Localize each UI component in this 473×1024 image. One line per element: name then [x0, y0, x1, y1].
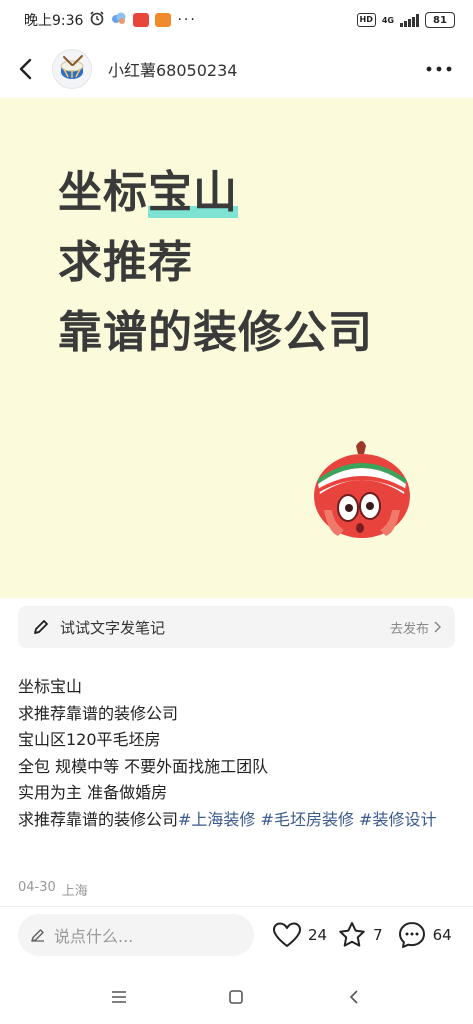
- hashtag-shanghai-decoration[interactable]: #上海装修: [178, 810, 255, 829]
- post-line: 求推荐靠谱的装修公司: [18, 809, 179, 829]
- chevron-left-icon: [350, 990, 358, 1004]
- status-right: HD 4G 81: [356, 12, 455, 28]
- go-publish-link[interactable]: 去发布: [390, 618, 441, 637]
- post-line: 实用为主 准备做婚房: [18, 783, 168, 802]
- pencil-icon: [31, 929, 44, 942]
- system-back-button[interactable]: [334, 977, 374, 1017]
- cloud-app-icon: [111, 11, 127, 29]
- post-content: 坐标宝山 求推荐靠谱的装修公司 宝山区120平毛坯房 全包 规模中等 不要外面找…: [18, 674, 458, 833]
- post-location: 上海: [61, 884, 88, 899]
- home-button[interactable]: [216, 977, 256, 1017]
- like-button[interactable]: 24: [272, 921, 327, 949]
- pencil-icon: [34, 620, 48, 634]
- signal-icon: [400, 13, 419, 27]
- post-line: 求推荐靠谱的装修公司: [18, 703, 179, 723]
- post-meta: 04-30 上海: [18, 880, 88, 899]
- cover-highlight-text: 宝山: [148, 167, 238, 218]
- cover-line-3: 靠谱的装修公司: [58, 307, 373, 358]
- back-button[interactable]: [2, 45, 50, 93]
- hashtag-decoration-design[interactable]: #装修设计: [359, 810, 436, 829]
- collect-button[interactable]: 7: [337, 920, 383, 950]
- star-icon: [339, 922, 365, 947]
- chat-bubble-icon: [398, 922, 425, 948]
- chevron-right-icon: [434, 621, 441, 633]
- system-nav-bar: [0, 970, 473, 1024]
- chevron-left-icon: [19, 58, 32, 80]
- post-line: 坐标宝山: [18, 677, 83, 696]
- status-time: 晚上9:36: [24, 13, 84, 29]
- cover-line-2: 求推荐: [58, 237, 193, 288]
- comments-button[interactable]: 64: [397, 920, 452, 950]
- post-header: 小红薯68050234: [0, 40, 473, 98]
- cover-title: 坐标 宝山 求推荐 靠谱的装修公司: [58, 158, 373, 368]
- hd-badge: HD: [356, 13, 376, 27]
- more-horizontal-icon: [426, 66, 452, 72]
- post-line: 宝山区120平毛坯房: [18, 730, 161, 749]
- more-options-button[interactable]: [419, 49, 459, 89]
- status-bar: 晚上9:36 ··· HD 4G 81: [0, 0, 473, 40]
- cover-line-1: 坐标 宝山: [58, 158, 373, 228]
- comment-count: 64: [432, 926, 452, 944]
- hashtag-rough-house-decoration[interactable]: #毛坯房装修: [261, 810, 354, 829]
- status-left: 晚上9:36 ···: [24, 10, 197, 30]
- tomato-mascot-sticker: [314, 441, 410, 538]
- author-name[interactable]: 小红薯68050234: [108, 57, 237, 81]
- recent-apps-button[interactable]: [99, 977, 139, 1017]
- like-count: 24: [308, 926, 328, 944]
- menu-icon: [111, 991, 126, 1003]
- avatar[interactable]: [52, 49, 92, 89]
- post-line-with-tags: 求推荐靠谱的装修公司#上海装修 #毛坯房装修 #装修设计: [18, 807, 458, 834]
- divider: [0, 906, 473, 907]
- network-type: 4G: [381, 15, 394, 25]
- heart-icon: [273, 922, 301, 947]
- post-line: 全包 规模中等 不要外面找施工团队: [18, 756, 269, 776]
- post-date: 04-30: [18, 880, 56, 895]
- square-icon: [229, 990, 244, 1004]
- cover-line-1-prefix: 坐标: [58, 167, 148, 218]
- comment-placeholder: 说点什么...: [54, 927, 134, 946]
- orange-app-icon: [155, 13, 172, 27]
- battery-icon: 81: [425, 12, 455, 28]
- cover-image[interactable]: 坐标 宝山 求推荐 靠谱的装修公司: [0, 98, 473, 598]
- text-note-label: 试试文字发笔记: [60, 618, 166, 637]
- collect-count: 7: [373, 926, 383, 944]
- drum-avatar-icon: [60, 55, 84, 79]
- red-app-icon: [133, 13, 150, 27]
- more-notifications-icon: ···: [177, 12, 197, 28]
- alarm-icon: [89, 10, 105, 30]
- comment-input[interactable]: 说点什么...: [18, 914, 254, 956]
- cover-highlight: 宝山: [148, 158, 238, 228]
- go-publish-label: 去发布: [389, 621, 429, 637]
- engagement-bar: 说点什么... 24 7 64: [0, 908, 473, 962]
- text-note-bar[interactable]: 试试文字发笔记 去发布: [18, 606, 455, 648]
- battery-level: 81: [433, 14, 447, 26]
